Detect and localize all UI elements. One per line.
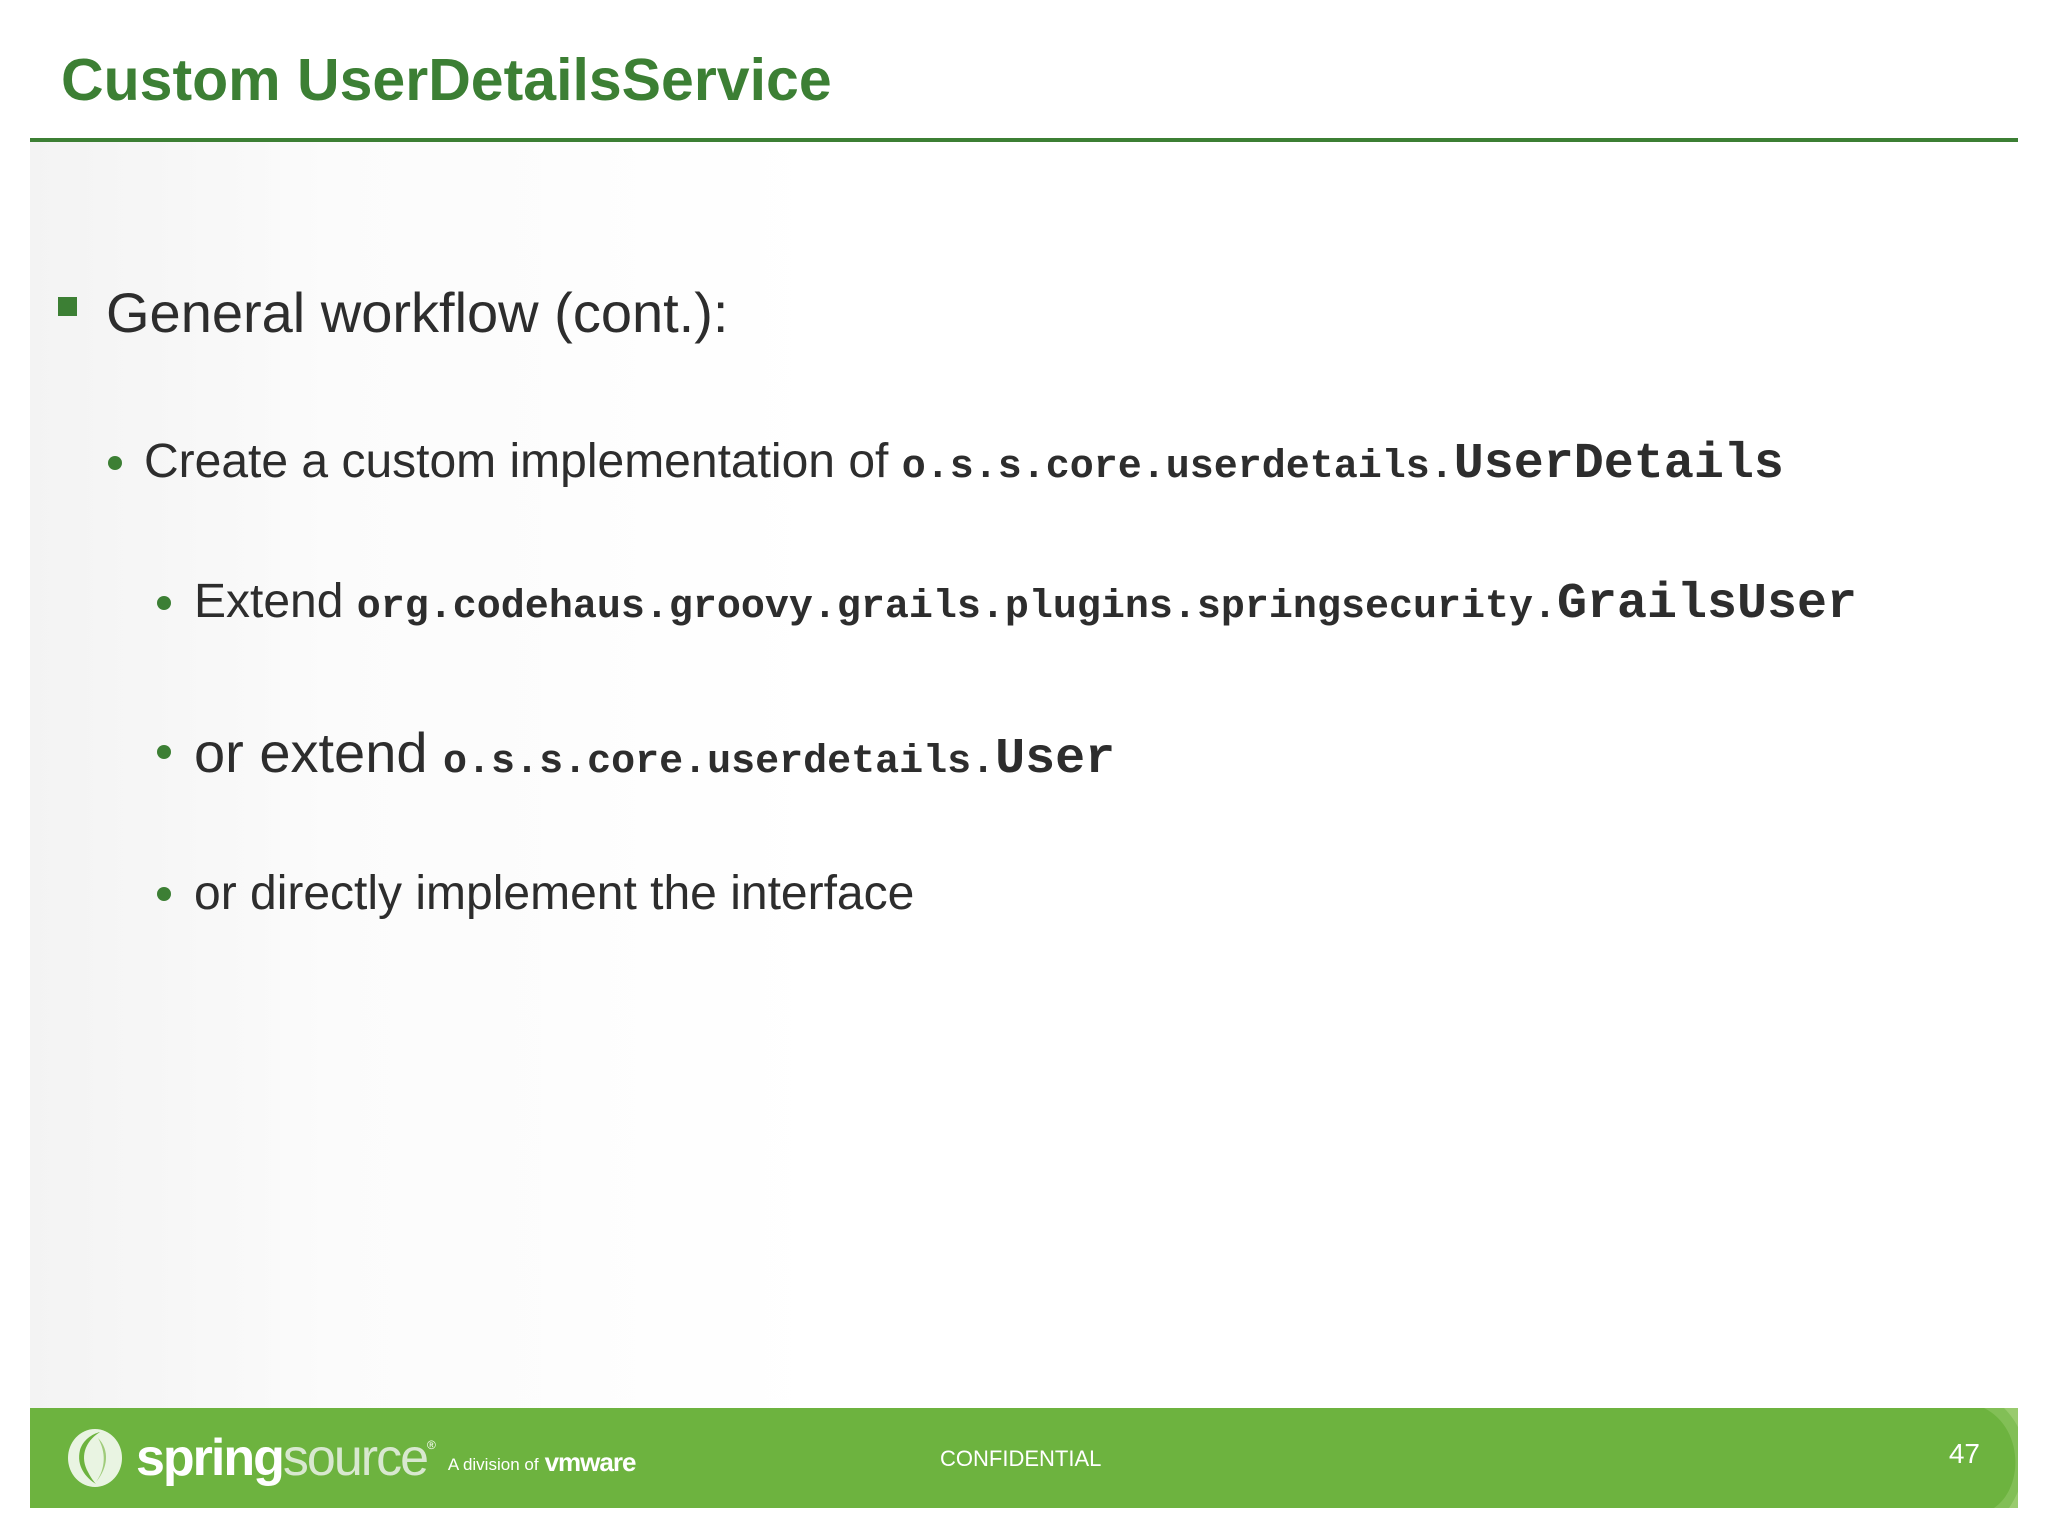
springsource-logo: spring source ® A division of vmware	[66, 1428, 637, 1488]
logo-vmware-text: vmware	[544, 1446, 637, 1477]
bullet-implement-interface: or directly implement the interface	[194, 866, 914, 921]
package-name: o.s.s.core.userdetails.	[443, 740, 996, 785]
page-number: 47	[1948, 1438, 1980, 1469]
bullet-dot-icon	[157, 745, 171, 759]
square-bullet-icon	[58, 297, 77, 316]
bullet-extend-grailsuser: Extend org.codehaus.groovy.grails.plugin…	[194, 574, 1857, 633]
package-name: o.s.s.core.userdetails.	[901, 445, 1454, 490]
class-name: User	[995, 731, 1116, 788]
title-underline	[30, 138, 2018, 142]
slide-footer: spring source ® A division of vmware CONFI…	[30, 1408, 2018, 1508]
logo-trademark: ®	[426, 1438, 436, 1452]
bullet-dot-icon	[157, 596, 171, 610]
class-name: UserDetails	[1453, 436, 1784, 493]
logo-spring-text: spring	[136, 1429, 285, 1487]
bullet-text: Extend	[194, 575, 357, 628]
bullet-text: or directly implement the interface	[194, 867, 915, 920]
logo-division-text: A division of	[447, 1455, 539, 1474]
bullet-dot-icon	[108, 456, 122, 470]
bullet-create-implementation: Create a custom implementation of o.s.s.…	[144, 434, 1784, 493]
bullet-text: or extend	[194, 721, 444, 784]
bullet-dot-icon	[157, 887, 171, 901]
package-name: org.codehaus.groovy.grails.plugins.sprin…	[356, 585, 1557, 630]
slide-title: Custom UserDetailsService	[61, 47, 832, 113]
confidential-label: CONFIDENTIAL	[940, 1446, 1102, 1471]
logo-source-text: source	[282, 1429, 429, 1487]
class-name: GrailsUser	[1556, 576, 1858, 633]
bullet-text: Create a custom implementation of	[144, 435, 902, 488]
springsource-leaf-icon	[68, 1429, 122, 1487]
bullet-general-workflow: General workflow (cont.):	[106, 281, 729, 344]
bullet-extend-user: or extend o.s.s.core.userdetails.User	[194, 720, 1115, 788]
